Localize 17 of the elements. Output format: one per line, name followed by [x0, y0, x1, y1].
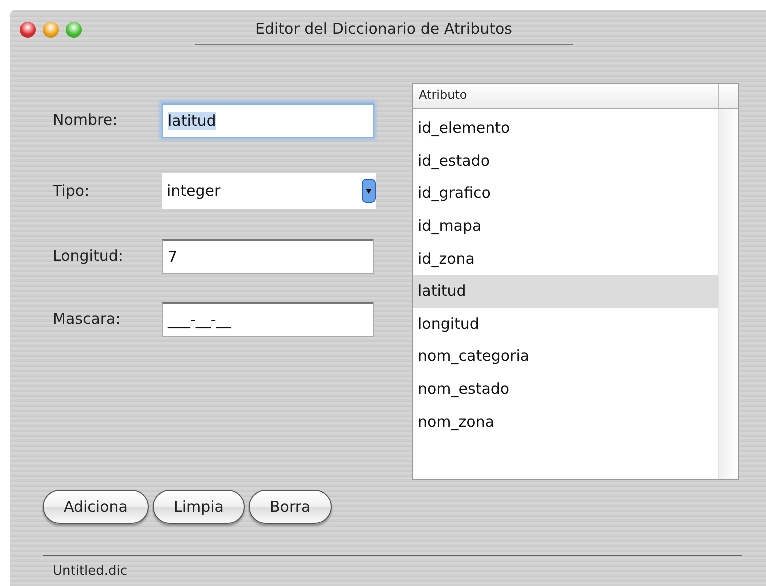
field-label: Tipo: [53, 182, 91, 200]
zoom-icon[interactable] [66, 22, 82, 38]
type-dropdown[interactable]: integer [162, 173, 376, 209]
action-button[interactable]: Limpia [152, 490, 246, 524]
action-button[interactable]: Adiciona [43, 490, 149, 524]
input-field[interactable]: 7 [162, 238, 374, 274]
minimize-icon[interactable] [43, 22, 59, 38]
close-icon[interactable] [20, 22, 36, 38]
action-button[interactable]: Borra [249, 490, 332, 524]
field-label: Nombre: [53, 111, 119, 129]
list-item[interactable]: latitud [413, 274, 718, 308]
field-label: Mascara: [53, 310, 122, 328]
status-text: Untitled.dic [52, 564, 128, 578]
window-title: Editor del Diccionario de Atributos [195, 16, 572, 44]
field-label: Longitud: [53, 247, 124, 265]
input-field[interactable]: ___-__-__ [162, 302, 374, 336]
input-field[interactable]: latitud [162, 102, 374, 138]
